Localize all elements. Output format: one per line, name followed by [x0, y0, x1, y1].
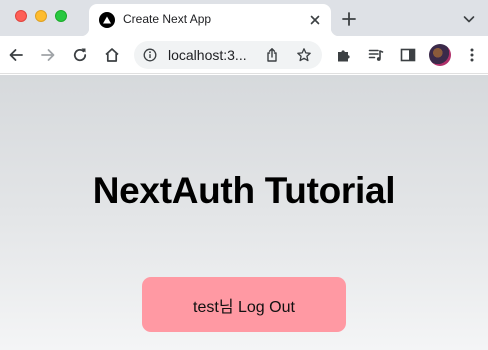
window-maximize-button[interactable]	[55, 10, 67, 22]
tab-strip: Create Next App	[0, 0, 488, 36]
window-close-button[interactable]	[15, 10, 27, 22]
forward-arrow-icon[interactable]	[38, 45, 58, 65]
extensions-puzzle-icon[interactable]	[334, 45, 354, 65]
window-minimize-button[interactable]	[35, 10, 47, 22]
media-queue-icon[interactable]	[366, 45, 386, 65]
profile-avatar[interactable]	[429, 44, 451, 66]
page-title: NextAuth Tutorial	[92, 170, 396, 211]
address-bar[interactable]: localhost:3...	[134, 41, 322, 69]
page-content: NextAuth Tutorial test님 Log Out	[0, 75, 488, 350]
side-panel-icon[interactable]	[398, 45, 418, 65]
reload-icon[interactable]	[70, 45, 90, 65]
logout-button[interactable]: test님 Log Out	[142, 277, 346, 332]
share-icon[interactable]	[264, 47, 280, 63]
browser-toolbar: localhost:3...	[0, 36, 488, 74]
home-icon[interactable]	[102, 45, 122, 65]
info-icon[interactable]	[143, 48, 157, 62]
tab-title: Create Next App	[123, 12, 212, 26]
browser-tab[interactable]: Create Next App	[81, 4, 339, 36]
chevron-down-icon[interactable]	[462, 12, 476, 26]
more-vertical-icon[interactable]	[462, 45, 482, 65]
close-icon[interactable]	[307, 12, 323, 28]
new-tab-plus-icon[interactable]	[340, 10, 358, 28]
url-text[interactable]: localhost:3...	[168, 47, 247, 63]
triangle-icon	[99, 12, 115, 28]
star-icon[interactable]	[296, 47, 312, 63]
back-arrow-icon[interactable]	[6, 45, 26, 65]
